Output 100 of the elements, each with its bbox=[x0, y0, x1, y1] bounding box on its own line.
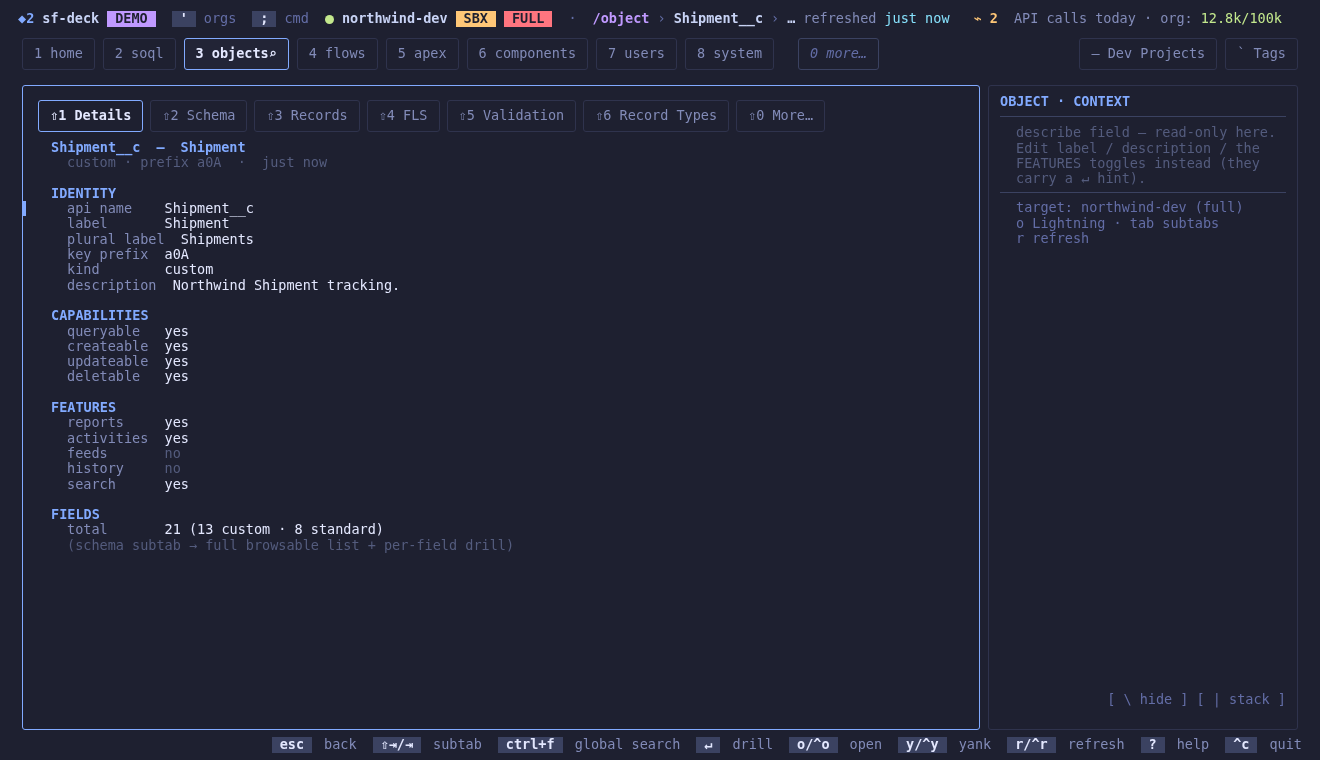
field-value: yes bbox=[164, 476, 189, 492]
object-api-name: Shipment__c bbox=[51, 140, 141, 156]
nav-tab[interactable]: 3 objects⌕ bbox=[183, 38, 289, 70]
field-value: yes bbox=[164, 354, 189, 370]
section-heading: FIELDS bbox=[51, 507, 100, 523]
field-key: description bbox=[67, 277, 157, 293]
breadcrumb-separator: › bbox=[657, 11, 666, 27]
field-key: deletable bbox=[67, 369, 149, 385]
separator-dot: · bbox=[568, 11, 577, 27]
field-value: yes bbox=[164, 415, 189, 431]
field-key: label bbox=[67, 216, 149, 232]
panel-description: describe field — read-only here. Edit label / description / the FEATURES toggles instead (they carry a ↵ hint). bbox=[1016, 125, 1278, 187]
field-key: createable bbox=[67, 338, 149, 355]
context-line: o Lightning · tab subtabs bbox=[1016, 215, 1220, 232]
key-label: drill bbox=[732, 737, 774, 753]
nav-tab[interactable]: 2 soql bbox=[102, 38, 176, 70]
field-value: no bbox=[164, 445, 181, 462]
subtab[interactable]: ⇧6 Record Types bbox=[583, 100, 730, 132]
alert-count: ⌁ 2 bbox=[973, 11, 998, 27]
field-value: no bbox=[164, 461, 181, 477]
key-label: subtab bbox=[433, 737, 482, 753]
field-value: Shipments bbox=[180, 231, 254, 248]
context-line: target: northwind-dev (full) bbox=[1016, 200, 1244, 216]
project-tab[interactable]: ` Tags bbox=[1225, 38, 1298, 70]
key-hint: y/^y bbox=[898, 737, 947, 753]
api-calls-value: 12.8k/100k bbox=[1200, 11, 1282, 27]
key-label: help bbox=[1176, 737, 1210, 753]
nav-tab[interactable]: 8 system bbox=[685, 38, 774, 70]
field-key: feeds bbox=[67, 445, 149, 462]
field-key: kind bbox=[67, 262, 149, 278]
key-hint: ? bbox=[1140, 737, 1165, 753]
key-hint: ^c bbox=[1225, 737, 1258, 753]
org-tag: SBX bbox=[455, 11, 496, 27]
field-value: yes bbox=[164, 323, 189, 339]
panel-footer-hint: [ \ hide ] [ | stack ] bbox=[1107, 691, 1286, 707]
context-line: r refresh bbox=[1016, 231, 1090, 247]
subtab[interactable]: ⇧4 FLS bbox=[366, 100, 440, 132]
key-label: open bbox=[849, 737, 883, 753]
field-value: yes bbox=[164, 430, 189, 446]
key-hint: o/^o bbox=[789, 737, 838, 753]
key-hint: ↵ bbox=[696, 737, 721, 753]
key-label: quit bbox=[1269, 737, 1302, 753]
title-dash: — bbox=[156, 140, 165, 156]
nav-tab[interactable]: 6 components bbox=[466, 38, 589, 70]
panel-title: OBJECT · CONTEXT bbox=[1000, 94, 1131, 110]
subtab[interactable]: ⇧5 Validation bbox=[446, 100, 577, 132]
demo-badge: DEMO bbox=[107, 11, 156, 27]
section-heading: IDENTITY bbox=[51, 185, 117, 202]
refreshed-label: refreshed bbox=[803, 11, 877, 27]
field-key: history bbox=[67, 461, 149, 477]
breadcrumb-item[interactable]: … bbox=[787, 11, 796, 27]
section-heading: CAPABILITIES bbox=[51, 308, 149, 324]
field-key: total bbox=[67, 522, 149, 538]
section-note: (schema subtab → full browsable list + per-field drill) bbox=[66, 537, 515, 553]
field-key: updateable bbox=[67, 354, 149, 370]
field-value: Shipment bbox=[164, 216, 230, 232]
object-label: Shipment bbox=[180, 140, 246, 156]
field-value: 21 (13 custom · 8 standard) bbox=[164, 522, 384, 538]
field-value: Northwind Shipment tracking. bbox=[172, 277, 401, 293]
key-hint: r/^r bbox=[1007, 737, 1056, 753]
field-value: yes bbox=[164, 369, 189, 385]
section-heading: FEATURES bbox=[51, 400, 117, 416]
breadcrumb-separator: › bbox=[771, 11, 780, 27]
field-value: yes bbox=[164, 338, 189, 355]
field-key: reports bbox=[67, 415, 149, 431]
nav-tab[interactable]: 5 apex bbox=[385, 38, 459, 70]
subtab[interactable]: ⇧2 Schema bbox=[150, 100, 248, 132]
key-label: yank bbox=[958, 737, 992, 753]
nav-tab[interactable]: 7 users bbox=[596, 38, 677, 70]
subtab[interactable]: ⇧1 Details bbox=[38, 100, 144, 132]
brand-mark: ◆2 bbox=[18, 11, 35, 27]
project-tab[interactable]: – Dev Projects bbox=[1079, 38, 1218, 70]
key-hint: esc bbox=[271, 737, 313, 753]
field-key: api name bbox=[67, 201, 149, 217]
breadcrumb-item[interactable]: /object bbox=[592, 11, 650, 27]
org-name[interactable]: northwind-dev bbox=[341, 11, 448, 27]
key-label: refresh bbox=[1067, 737, 1125, 753]
more-tab[interactable]: 0 more… bbox=[798, 38, 879, 70]
field-key: plural label bbox=[67, 231, 165, 248]
app-name: sf-deck bbox=[42, 11, 100, 27]
breadcrumb-item[interactable]: Shipment__c bbox=[673, 11, 764, 27]
object-meta: custom · prefix a0A · just now bbox=[67, 155, 328, 171]
field-value: Shipment__c bbox=[164, 201, 254, 217]
key-hint: ' bbox=[171, 11, 196, 27]
subtab[interactable]: ⇧0 More… bbox=[736, 100, 826, 132]
key-label: orgs bbox=[203, 11, 237, 27]
field-key: key prefix bbox=[67, 247, 149, 263]
key-label: global search bbox=[574, 737, 681, 753]
key-hint: ctrl+f bbox=[497, 737, 563, 753]
key-hint: ⇧⇥/⇥ bbox=[372, 737, 422, 753]
field-key: activities bbox=[67, 430, 149, 446]
key-hint: ; bbox=[252, 11, 277, 27]
nav-tab[interactable]: 1 home bbox=[22, 38, 95, 70]
field-value: a0A bbox=[164, 247, 189, 263]
field-key: search bbox=[67, 476, 149, 492]
key-label: back bbox=[324, 737, 357, 753]
subtab[interactable]: ⇧3 Records bbox=[254, 100, 360, 132]
field-value: custom bbox=[164, 262, 214, 278]
nav-tab[interactable]: 4 flows bbox=[296, 38, 378, 70]
key-label: cmd bbox=[284, 11, 309, 27]
